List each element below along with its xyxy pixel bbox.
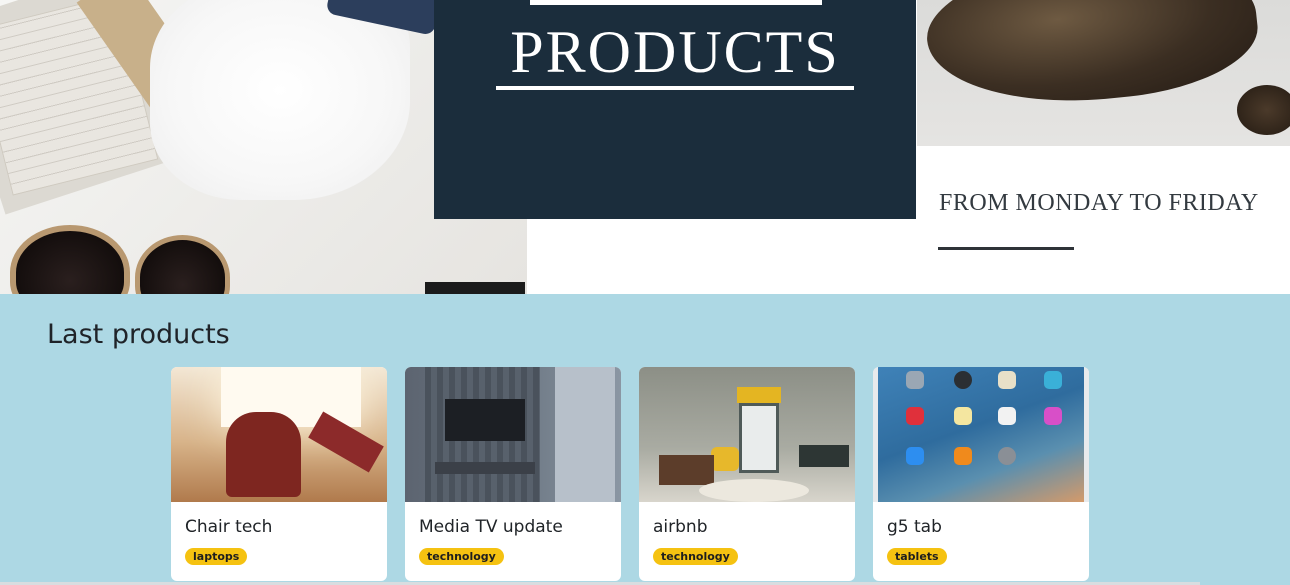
category-tag[interactable]: laptops xyxy=(185,548,248,565)
living-room-chair-photo[interactable] xyxy=(171,367,387,502)
hero-banner: PRODUCTS FROM MONDAY TO FRIDAY xyxy=(0,0,1290,294)
schedule-divider xyxy=(938,247,1074,250)
category-tag[interactable]: technology xyxy=(419,548,504,565)
product-card[interactable]: g5 tab tablets xyxy=(873,367,1089,581)
product-name[interactable]: Chair tech xyxy=(185,517,272,537)
banner-underline xyxy=(496,86,854,90)
banner-top-bar xyxy=(530,0,822,5)
product-card[interactable]: Media TV update technology xyxy=(405,367,621,581)
tablet-homescreen-photo[interactable] xyxy=(873,367,1089,502)
category-tag[interactable]: tablets xyxy=(887,548,947,565)
tv-wall-photo[interactable] xyxy=(405,367,621,502)
dog-photo xyxy=(917,0,1290,146)
section-title: Last products xyxy=(47,319,230,350)
category-tag[interactable]: technology xyxy=(653,548,738,565)
product-card[interactable]: airbnb technology xyxy=(639,367,855,581)
schedule-text: FROM MONDAY TO FRIDAY xyxy=(939,190,1259,216)
products-banner: PRODUCTS xyxy=(434,0,916,219)
product-card-list: Chair tech laptops Media TV update techn… xyxy=(171,367,1089,581)
product-card[interactable]: Chair tech laptops xyxy=(171,367,387,581)
product-name[interactable]: airbnb xyxy=(653,517,708,537)
product-name[interactable]: g5 tab xyxy=(887,517,942,537)
last-products-section: Last products Chair tech laptops Media T… xyxy=(0,294,1290,585)
banner-title: PRODUCTS xyxy=(510,19,840,85)
room-interior-photo[interactable] xyxy=(639,367,855,502)
product-name[interactable]: Media TV update xyxy=(419,517,563,537)
